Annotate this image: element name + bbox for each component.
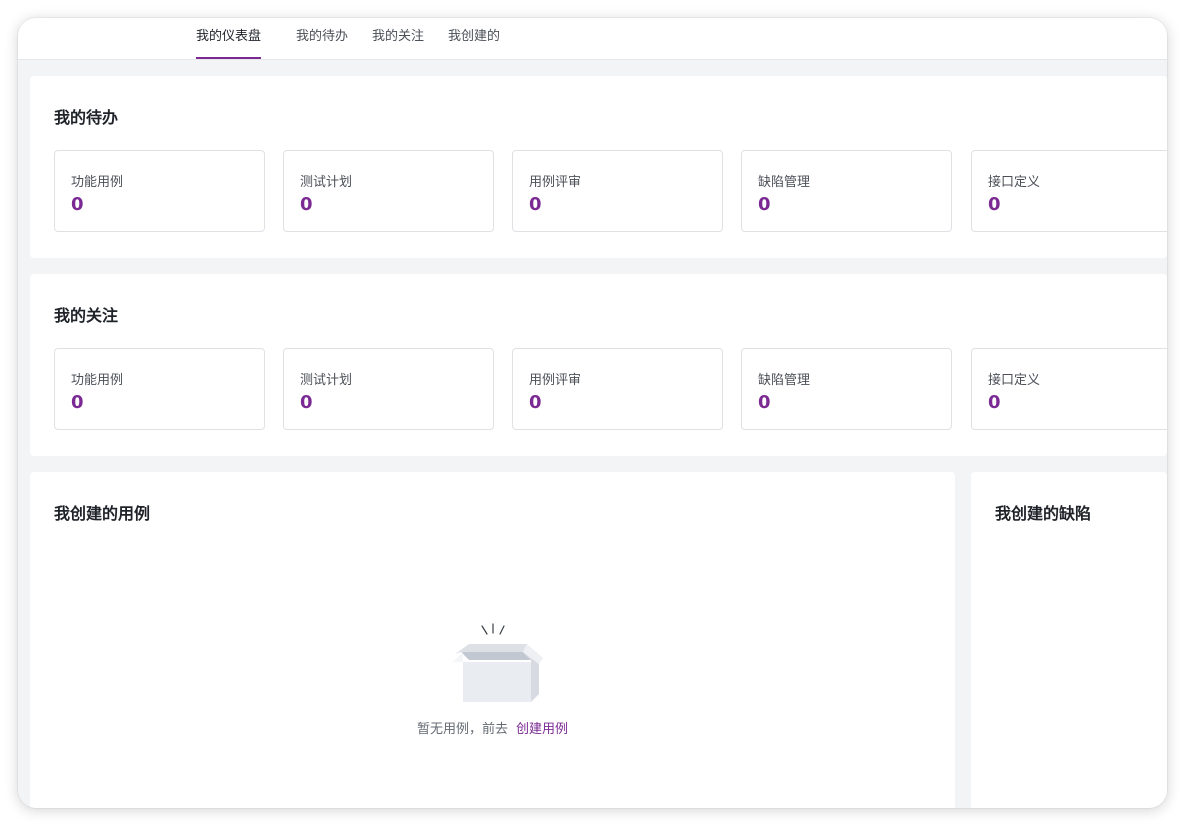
follow-card-bug-management[interactable]: 缺陷管理 0 <box>741 348 952 430</box>
empty-text: 暂无用例，前去 <box>416 722 508 737</box>
follow-card-test-plan[interactable]: 测试计划 0 <box>283 348 494 430</box>
card-count: 0 <box>71 392 84 413</box>
tab-my-created[interactable]: 我创建的 <box>448 18 500 57</box>
card-label: 测试计划 <box>300 373 353 388</box>
card-count: 0 <box>988 392 1001 413</box>
app-window: 我的仪表盘 我的待办 我的关注 我创建的 我的待办 功能用例 0 测试计划 0 … <box>18 18 1167 808</box>
created-cases-panel: 我创建的用例 暂无用例，前去 创建用例 <box>30 472 955 808</box>
top-navigation: 我的仪表盘 我的待办 我的关注 我创建的 <box>18 18 1167 60</box>
card-count: 0 <box>758 194 771 215</box>
todo-card-functional-case[interactable]: 功能用例 0 <box>54 150 265 232</box>
todo-card-bug-management[interactable]: 缺陷管理 0 <box>741 150 952 232</box>
follow-card-functional-case[interactable]: 功能用例 0 <box>54 348 265 430</box>
card-count: 0 <box>758 392 771 413</box>
card-count: 0 <box>529 392 542 413</box>
create-case-link[interactable]: 创建用例 <box>516 722 568 737</box>
empty-message: 暂无用例，前去 创建用例 <box>30 718 955 737</box>
todo-card-test-plan[interactable]: 测试计划 0 <box>283 150 494 232</box>
card-count: 0 <box>988 194 1001 215</box>
todo-card-api-definition[interactable]: 接口定义 0 <box>971 150 1167 232</box>
tab-my-todo[interactable]: 我的待办 <box>296 18 348 57</box>
card-count: 0 <box>71 194 84 215</box>
card-count: 0 <box>300 392 313 413</box>
card-label: 测试计划 <box>300 175 353 190</box>
card-count: 0 <box>529 194 542 215</box>
card-label: 接口定义 <box>988 175 1041 190</box>
todo-card-case-review[interactable]: 用例评审 0 <box>512 150 723 232</box>
tab-my-follow[interactable]: 我的关注 <box>372 18 424 57</box>
created-cases-title: 我创建的用例 <box>54 504 151 523</box>
empty-state: 暂无用例，前去 创建用例 <box>30 622 955 737</box>
follow-panel: 我的关注 功能用例 0 测试计划 0 用例评审 0 缺陷管理 0 接口定义 0 <box>30 274 1167 456</box>
card-label: 接口定义 <box>988 373 1041 388</box>
card-label: 功能用例 <box>71 373 124 388</box>
follow-card-api-definition[interactable]: 接口定义 0 <box>971 348 1167 430</box>
tab-my-dashboard[interactable]: 我的仪表盘 <box>196 18 262 59</box>
card-label: 缺陷管理 <box>758 175 811 190</box>
created-bugs-panel: 我创建的缺陷 <box>971 472 1167 808</box>
card-label: 功能用例 <box>71 175 124 190</box>
card-label: 用例评审 <box>529 373 582 388</box>
todo-title: 我的待办 <box>54 108 119 127</box>
follow-card-case-review[interactable]: 用例评审 0 <box>512 348 723 430</box>
empty-box-icon <box>452 623 543 702</box>
follow-title: 我的关注 <box>54 306 119 325</box>
created-bugs-title: 我创建的缺陷 <box>995 504 1092 523</box>
card-label: 缺陷管理 <box>758 373 811 388</box>
card-count: 0 <box>300 194 313 215</box>
todo-panel: 我的待办 功能用例 0 测试计划 0 用例评审 0 缺陷管理 0 接口定义 0 <box>30 76 1167 258</box>
card-label: 用例评审 <box>529 175 582 190</box>
